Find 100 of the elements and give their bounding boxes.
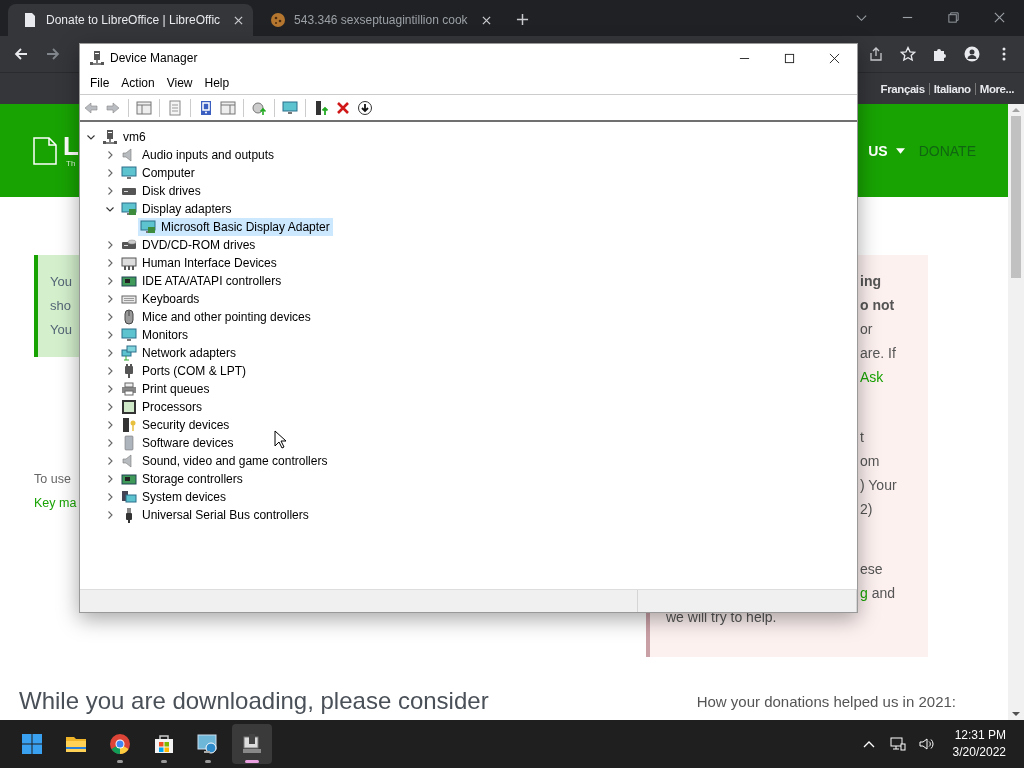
tree-item[interactable]: vm6	[100, 128, 149, 146]
tree-item[interactable]: Mice and other pointing devices	[119, 308, 314, 326]
tree-item[interactable]: Keyboards	[119, 290, 203, 308]
tree-item[interactable]: Security devices	[119, 416, 233, 434]
notice-text: ese	[860, 561, 883, 577]
scroll-thumb[interactable]	[1011, 116, 1021, 278]
forward-icon[interactable]	[45, 46, 61, 62]
notice-text: are. If	[860, 345, 896, 361]
language-link[interactable]: Italiano	[928, 82, 975, 95]
tree-item[interactable]: Monitors	[119, 326, 191, 344]
close-icon[interactable]	[993, 11, 1006, 24]
restore-icon[interactable]	[947, 11, 960, 24]
tree-item[interactable]: Processors	[119, 398, 206, 416]
tree-item[interactable]: Ports (COM & LPT)	[119, 362, 249, 380]
star-icon[interactable]	[900, 46, 916, 62]
tree-item[interactable]: Print queues	[119, 380, 213, 398]
clock-date: 3/20/2022	[952, 744, 1006, 761]
network-icon[interactable]	[889, 736, 906, 752]
tree-item[interactable]: Microsoft Basic Display Adapter	[138, 218, 333, 236]
maximize-icon[interactable]	[784, 52, 795, 64]
download-icon[interactable]	[357, 99, 373, 116]
console-tree-icon[interactable]	[136, 99, 152, 116]
notice-text: o not	[860, 297, 895, 313]
tree-item[interactable]: Computer	[119, 164, 198, 182]
tree-item[interactable]: System devices	[119, 488, 230, 506]
language-link[interactable]: Français	[876, 82, 929, 95]
menu-item[interactable]: File	[84, 76, 116, 90]
monitor-card-icon	[140, 219, 156, 235]
notice-text: ) Your	[860, 477, 897, 493]
new-tab-icon[interactable]	[515, 13, 529, 26]
share-icon[interactable]	[868, 46, 884, 62]
monitor-icon[interactable]	[282, 99, 298, 116]
device-manager-button[interactable]	[232, 724, 272, 764]
menu-item[interactable]: Help	[198, 76, 236, 90]
close-icon[interactable]	[829, 52, 840, 64]
tower-key-icon	[121, 417, 137, 433]
notice-text: om	[860, 453, 880, 469]
browser-icon	[108, 732, 132, 756]
tree-item[interactable]: IDE ATA/ATAPI controllers	[119, 272, 285, 290]
mouse-icon	[121, 309, 137, 325]
device-manager-icon	[240, 732, 264, 756]
back-icon[interactable]	[13, 46, 29, 62]
tree-item[interactable]: Display adapters	[119, 200, 235, 218]
menu-item[interactable]: View	[160, 76, 199, 90]
mouse-pointer-icon	[274, 430, 286, 449]
two-monitors-icon	[121, 345, 137, 361]
tree-item[interactable]: Universal Serial Bus controllers	[119, 506, 312, 524]
document-logo-icon	[33, 136, 57, 165]
notice-text: and	[870, 585, 896, 601]
notice-text: t	[860, 429, 864, 445]
circuit-board-icon	[121, 471, 137, 487]
section-heading: While you are downloading, please consider	[18, 687, 489, 715]
computer-icon	[102, 129, 118, 145]
profile-icon[interactable]	[964, 46, 980, 62]
tree-item[interactable]: DVD/CD-ROM drives	[119, 236, 259, 254]
puzzle-icon[interactable]	[932, 46, 948, 62]
tree-item[interactable]: Disk drives	[119, 182, 204, 200]
start-icon	[20, 732, 44, 756]
cookie-icon	[270, 12, 287, 28]
body-text: To use	[34, 471, 71, 488]
browser-tab[interactable]: Donate to LibreOffice | LibreOffic	[8, 4, 254, 36]
circuit-board-icon	[121, 273, 137, 289]
monitor-icon	[121, 165, 137, 181]
notice-text: sho	[50, 297, 71, 315]
help-icon[interactable]	[198, 99, 214, 116]
tower-icon	[121, 435, 137, 451]
monitor-icon	[121, 327, 137, 343]
tree-item[interactable]: Human Interface Devices	[119, 254, 280, 272]
notice-text: You	[50, 321, 72, 339]
uninstall-icon[interactable]	[335, 99, 351, 116]
tree-item[interactable]: Storage controllers	[119, 470, 246, 488]
tree-item[interactable]: Network adapters	[119, 344, 240, 362]
notice-text: You	[50, 273, 72, 291]
logo-tagline: Th	[66, 159, 77, 168]
monitor-card-icon	[121, 201, 137, 217]
link[interactable]: Key ma	[34, 491, 77, 515]
update-driver-icon[interactable]	[313, 99, 329, 116]
scroll-down-icon[interactable]	[1012, 712, 1020, 716]
computer-icon	[89, 50, 105, 66]
chip-icon	[121, 399, 137, 415]
tree-item[interactable]: Software devices	[119, 434, 237, 452]
scrollbar[interactable]	[1008, 104, 1024, 720]
notice-text: 2)	[860, 501, 873, 517]
folder-monitor-icon	[121, 489, 137, 505]
logo-text: L	[63, 133, 79, 159]
side-heading: How your donations helped us in 2021:	[696, 692, 956, 710]
volume-icon[interactable]	[918, 736, 935, 752]
tree-item[interactable]: Sound, video and game controllers	[119, 452, 331, 470]
notice-text: or	[860, 321, 873, 337]
control-panel-icon	[196, 732, 220, 756]
tree-item[interactable]: Audio inputs and outputs	[119, 146, 278, 164]
action-pane-icon[interactable]	[220, 99, 236, 116]
clock-time: 12:31 PM	[954, 727, 1006, 744]
language-link[interactable]: More...	[974, 82, 1018, 95]
browser-tab[interactable]: 543.346 sexseptuagintillion cook	[256, 4, 501, 36]
scan-icon[interactable]	[251, 99, 267, 116]
keypad-icon	[121, 255, 137, 271]
printer-icon	[121, 381, 137, 397]
document-icon	[22, 12, 38, 28]
menu-item[interactable]: Action	[115, 76, 161, 90]
